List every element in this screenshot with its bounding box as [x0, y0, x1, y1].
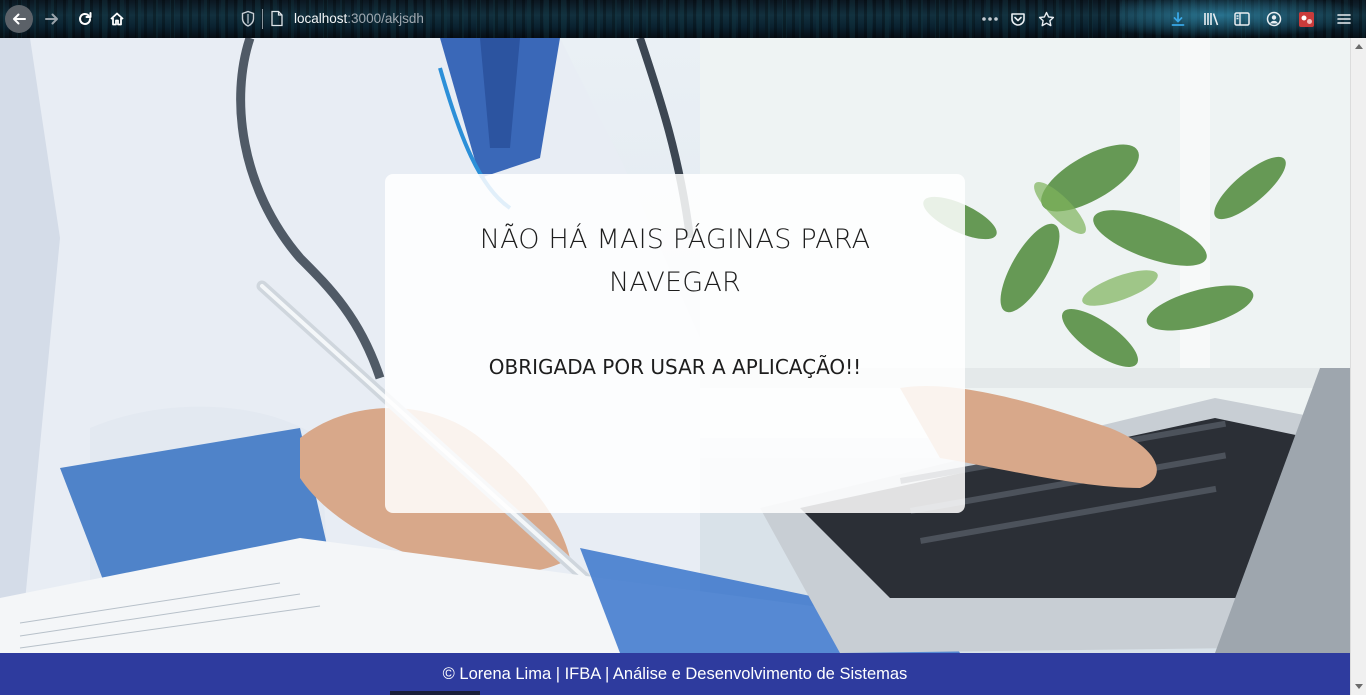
pocket-button[interactable]: [1007, 8, 1029, 30]
home-button[interactable]: [103, 5, 131, 33]
message-card: NÃO HÁ MAIS PÁGINAS PARA NAVEGAR OBRIGAD…: [385, 174, 965, 513]
sidebar-icon: [1234, 12, 1250, 26]
reload-icon: [79, 12, 92, 25]
hero-background-image: NÃO HÁ MAIS PÁGINAS PARA NAVEGAR OBRIGAD…: [0, 38, 1350, 653]
more-icon: [982, 17, 998, 21]
extension-icon: [1298, 11, 1314, 27]
reload-button[interactable]: [71, 5, 99, 33]
page-footer: © Lorena Lima | IFBA | Análise e Desenvo…: [0, 653, 1350, 695]
card-title: NÃO HÁ MAIS PÁGINAS PARA NAVEGAR: [479, 224, 871, 298]
account-button[interactable]: [1263, 8, 1285, 30]
back-arrow-icon: [13, 13, 26, 25]
back-button[interactable]: [5, 5, 33, 33]
footer-text: © Lorena Lima | IFBA | Análise e Desenvo…: [442, 664, 908, 683]
pocket-icon: [1011, 13, 1025, 26]
download-icon: [1171, 12, 1185, 26]
card-subtitle: OBRIGADA POR USAR A APLICAÇÃO!!: [488, 355, 862, 379]
browser-toolbar: localhost:3000/akjsdh: [0, 0, 1366, 38]
sidebar-button[interactable]: [1231, 8, 1253, 30]
scroll-up-button[interactable]: [1351, 38, 1366, 54]
forward-button[interactable]: [38, 5, 66, 33]
home-icon: [110, 12, 124, 26]
account-icon: [1266, 11, 1282, 27]
downloads-button[interactable]: [1167, 8, 1189, 30]
chevron-up-icon: [1355, 44, 1363, 49]
shield-icon[interactable]: [240, 10, 256, 28]
extension-button[interactable]: [1295, 8, 1317, 30]
chevron-down-icon: [1355, 684, 1363, 689]
menu-button[interactable]: [1333, 8, 1355, 30]
page-viewport: NÃO HÁ MAIS PÁGINAS PARA NAVEGAR OBRIGAD…: [0, 38, 1350, 695]
library-icon: [1203, 13, 1218, 26]
page-actions-button[interactable]: [979, 8, 1001, 30]
address-bar[interactable]: localhost:3000/akjsdh: [294, 11, 424, 26]
page-icon[interactable]: [270, 10, 284, 27]
url-path: :3000/akjsdh: [347, 11, 424, 26]
menu-icon: [1337, 14, 1351, 24]
bookmark-star-button[interactable]: [1035, 8, 1057, 30]
star-icon: [1038, 11, 1054, 26]
scroll-down-button[interactable]: [1351, 679, 1366, 695]
url-host: localhost: [294, 11, 348, 26]
url-separator: [262, 9, 263, 29]
forward-arrow-icon: [45, 13, 58, 25]
vertical-scrollbar[interactable]: [1350, 38, 1366, 695]
taskbar-fragment: [390, 691, 480, 695]
library-button[interactable]: [1200, 8, 1222, 30]
